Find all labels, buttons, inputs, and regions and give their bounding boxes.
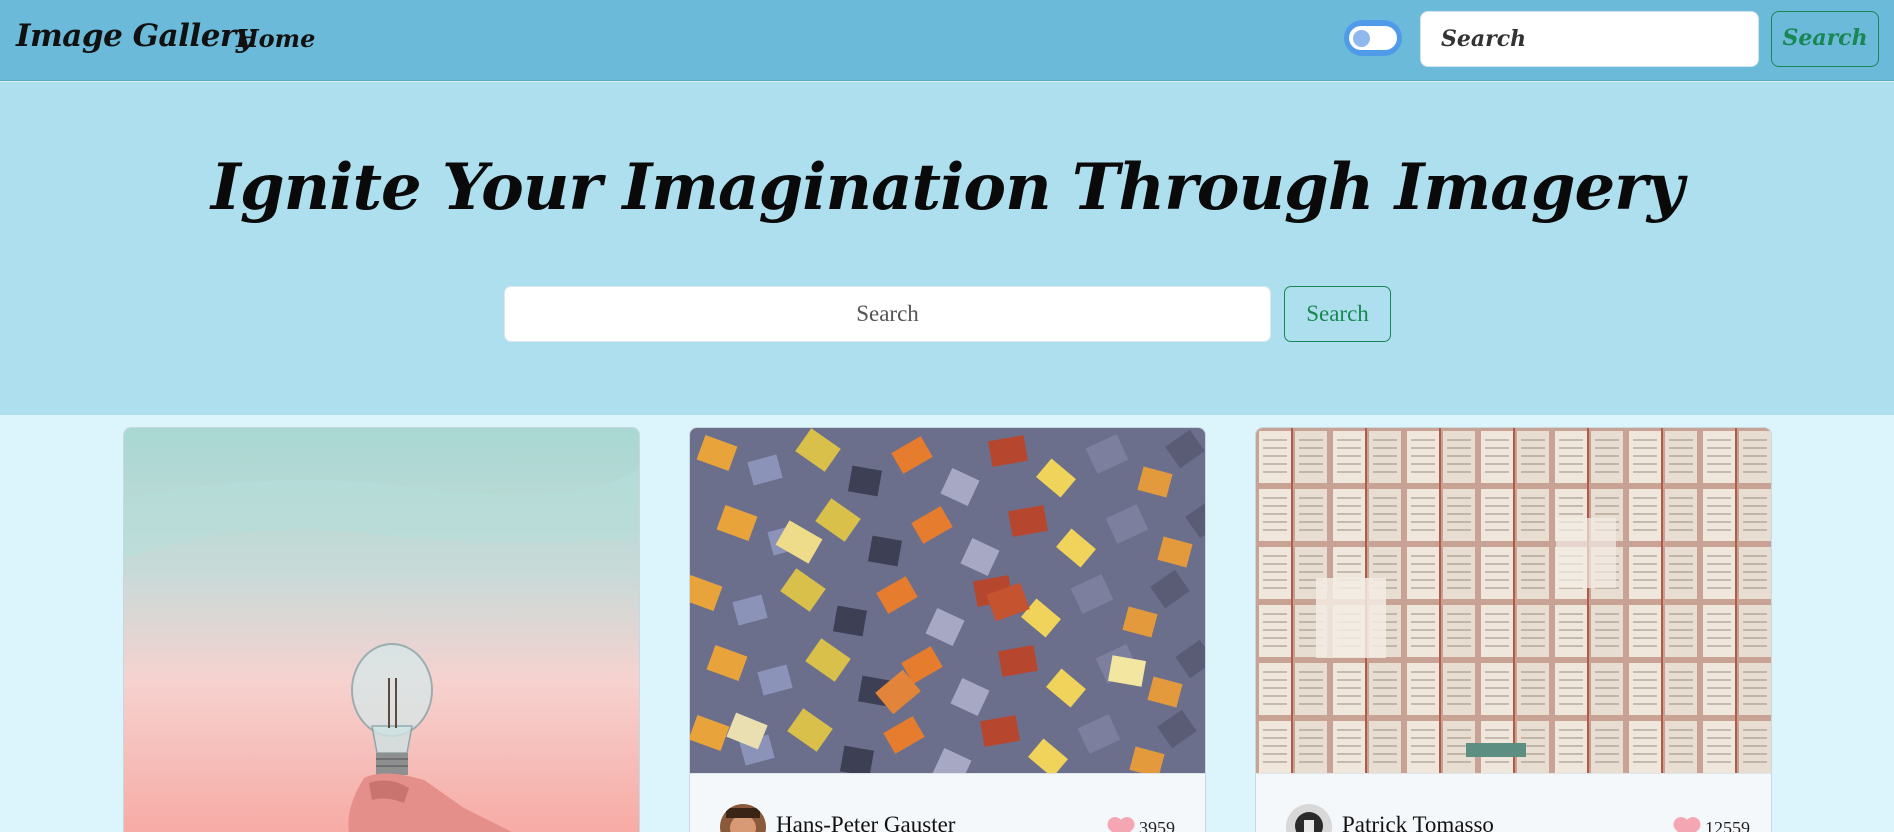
gallery-card[interactable]: Hans-Peter Gauster 3959 bbox=[689, 427, 1206, 832]
navbar: Image Gallery Home Search Search bbox=[0, 0, 1894, 81]
theme-toggle[interactable] bbox=[1344, 20, 1402, 56]
nav-link-home[interactable]: Home bbox=[236, 24, 315, 53]
lightbulb-image[interactable] bbox=[124, 428, 640, 832]
card-footer: Hans-Peter Gauster 3959 bbox=[690, 773, 1205, 832]
card-likes-count: 3959 bbox=[1139, 818, 1175, 832]
heart-icon[interactable] bbox=[1672, 816, 1702, 832]
author-avatar[interactable] bbox=[720, 804, 766, 832]
card-likes-count: 12559 bbox=[1705, 818, 1750, 832]
card-author-name[interactable]: Patrick Tomasso bbox=[1342, 812, 1494, 832]
gallery-card[interactable]: Patrick Tomasso 12559 bbox=[1255, 427, 1772, 832]
hero-search-input[interactable]: Search bbox=[504, 286, 1271, 342]
navbar-search-button[interactable]: Search bbox=[1771, 11, 1879, 67]
brand-title[interactable]: Image Gallery bbox=[16, 18, 254, 54]
open-books-image[interactable] bbox=[1256, 428, 1772, 773]
hero-section: Ignite Your Imagination Through Imagery … bbox=[0, 82, 1894, 415]
hero-search-button[interactable]: Search bbox=[1284, 286, 1391, 342]
hero-title: Ignite Your Imagination Through Imagery bbox=[210, 150, 1684, 225]
gallery-card[interactable] bbox=[123, 427, 640, 832]
heart-icon[interactable] bbox=[1106, 816, 1136, 832]
puzzle-pieces-image[interactable] bbox=[690, 428, 1206, 773]
navbar-search-input[interactable]: Search bbox=[1420, 11, 1759, 67]
author-avatar[interactable] bbox=[1286, 804, 1332, 832]
toggle-knob bbox=[1353, 30, 1370, 47]
card-author-name[interactable]: Hans-Peter Gauster bbox=[776, 812, 955, 832]
card-footer: Patrick Tomasso 12559 bbox=[1256, 773, 1771, 832]
